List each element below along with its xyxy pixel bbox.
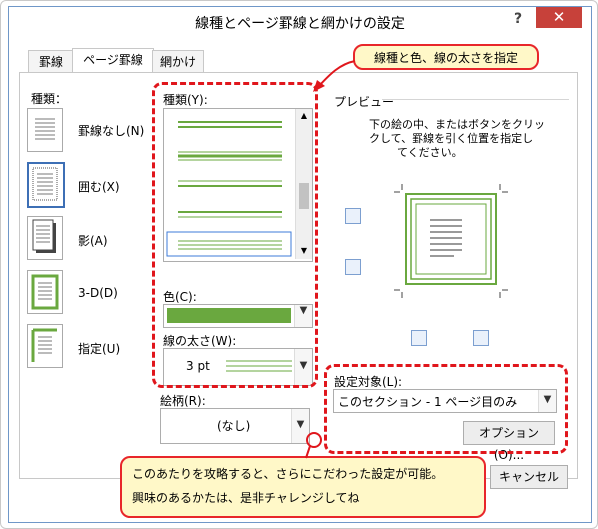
setting-box-label[interactable]: 囲む(X) <box>78 178 120 195</box>
top-border-toggle-icon[interactable] <box>345 208 361 224</box>
callout-bottom-line2: 興味のあるかたは、是非チャレンジしてね <box>132 491 360 505</box>
highlight-apply-area <box>324 364 568 454</box>
three-d-border-icon <box>31 274 59 310</box>
window-title: 線種とページ罫線と網かけの設定 <box>195 16 405 32</box>
callout-top: 線種と色、線の太さを指定 <box>353 44 539 70</box>
highlight-style-area <box>152 82 318 388</box>
setting-box-icon[interactable] <box>27 162 65 208</box>
setting-custom-icon[interactable] <box>27 324 63 368</box>
tab-shading[interactable]: 網かけ <box>152 50 204 73</box>
callout-bottom-line1: このあたりを攻略すると、さらにこだわった設定が可能。 <box>132 467 444 481</box>
help-icon[interactable]: ? <box>514 11 522 27</box>
right-border-toggle-icon[interactable] <box>473 330 489 346</box>
none-lines-icon <box>35 118 55 140</box>
tab-borders[interactable]: 罫線 <box>28 50 74 73</box>
setting-none-icon[interactable] <box>27 108 63 152</box>
callout-arrow-icon <box>313 60 356 92</box>
tab-page-border[interactable]: ページ罫線 <box>72 48 154 73</box>
close-button[interactable]: ✕ <box>536 7 582 28</box>
title-bar: 線種とページ罫線と網かけの設定 ? ✕ <box>9 7 591 37</box>
custom-border-icon <box>31 328 57 362</box>
setting-custom-label[interactable]: 指定(U) <box>78 340 120 357</box>
callout-top-text: 線種と色、線の太さを指定 <box>373 51 518 65</box>
art-value: (なし) <box>217 419 251 433</box>
setting-none-label[interactable]: 罫線なし(N) <box>78 122 144 139</box>
art-dropdown[interactable]: (なし) ▼ <box>160 408 310 444</box>
setting-heading: 種類： <box>31 92 68 106</box>
callout-link-icon <box>305 432 322 459</box>
shadow-border-icon <box>32 219 56 253</box>
callout-bottom: このあたりを攻略すると、さらにこだわった設定が可能。 興味のあるかたは、是非チャ… <box>120 456 486 518</box>
left-border-toggle-icon[interactable] <box>411 330 427 346</box>
cancel-button[interactable]: キャンセル <box>490 465 568 489</box>
bottom-border-toggle-icon[interactable] <box>345 259 361 275</box>
setting-shadow-icon[interactable] <box>27 216 63 260</box>
preview-instruction-3: てください。 <box>397 146 463 159</box>
setting-3d-label[interactable]: 3-D(D) <box>78 286 118 300</box>
preview-divider <box>382 99 569 100</box>
setting-3d-icon[interactable] <box>27 270 63 314</box>
art-label: 絵柄(R): <box>160 394 206 408</box>
preview-page[interactable] <box>394 184 508 298</box>
box-border-icon <box>32 167 58 201</box>
setting-shadow-label[interactable]: 影(A) <box>78 232 108 249</box>
